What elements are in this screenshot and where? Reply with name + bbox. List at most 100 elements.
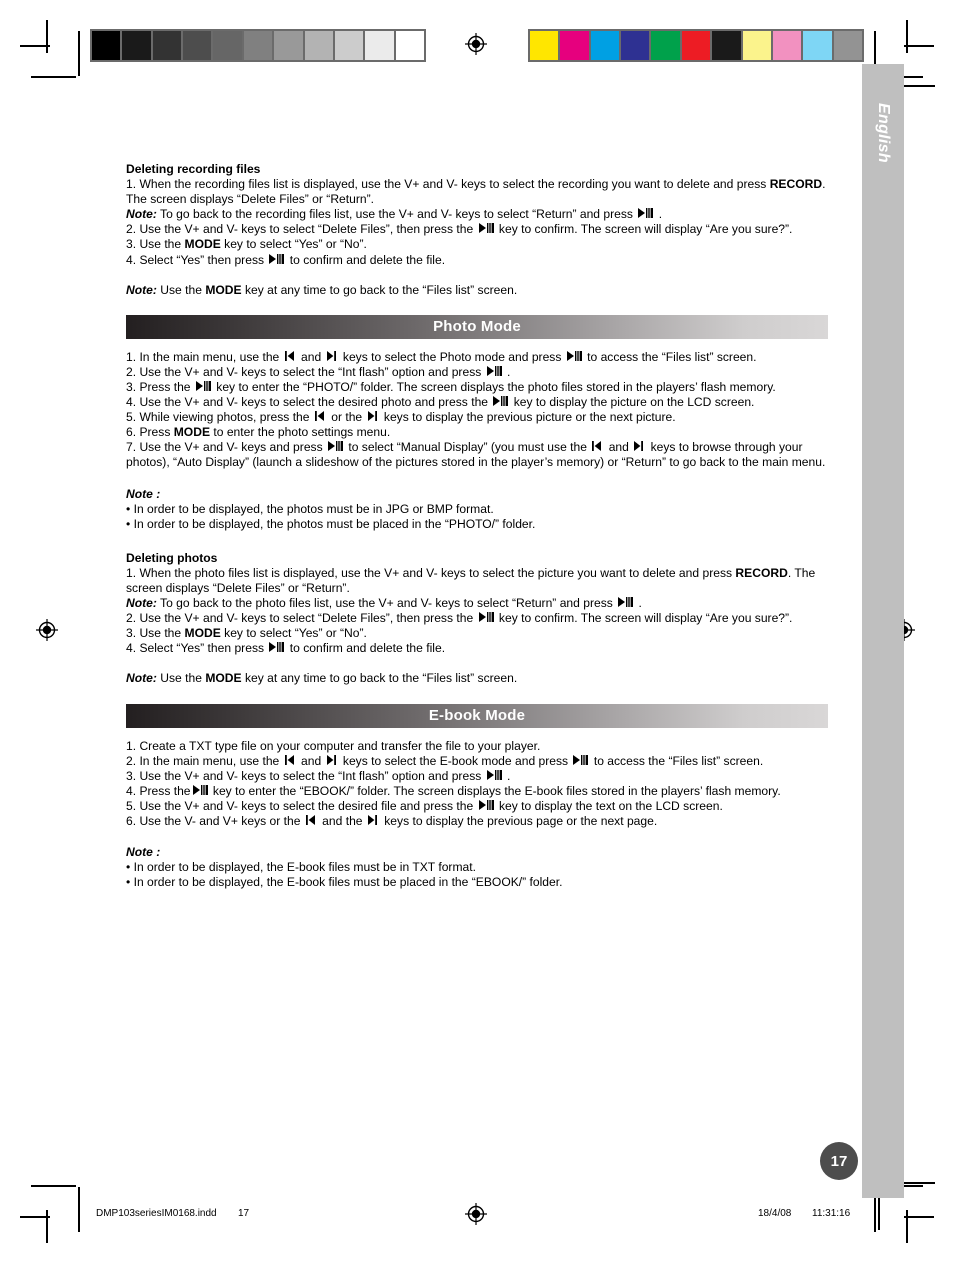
paragraph-pm-6: 6. Press MODE to enter the photo setting…: [126, 425, 828, 440]
pm-5-text-b: or the: [327, 410, 366, 425]
footer-page-number: 17: [238, 1208, 250, 1219]
pm-7-text-c: and: [605, 440, 633, 455]
play-pause-icon: [195, 380, 211, 392]
bleed-mark-left-bottom: [78, 1187, 80, 1232]
eb-4-text-b: key to enter the “EBOOK/” folder. The sc…: [209, 783, 781, 798]
dp-2-text-b: key to confirm. The screen will display …: [495, 611, 793, 626]
paragraph-drf-4: 4. Select “Yes” then press to confirm an…: [126, 253, 828, 268]
note-label: Note:: [126, 282, 157, 297]
crop-mark-tl-horizontal: [20, 45, 50, 47]
play-pause-icon: [478, 799, 494, 811]
drf-4-text-b: to confirm and delete the file.: [286, 252, 446, 267]
note-label-ebook: Note :: [126, 845, 161, 860]
color-swatch-1: [560, 31, 589, 60]
footer-time: 11:31:16: [812, 1208, 851, 1219]
previous-track-icon: [592, 440, 603, 452]
paragraph-drf-note: Note: To go back to the recording files …: [126, 207, 828, 222]
crop-mark-tl-vertical: [46, 20, 48, 53]
bleed-mark-sidebar-bottom: [878, 1196, 880, 1230]
pm-5-text-c: keys to display the previous picture or …: [380, 410, 676, 425]
crop-mark-br-vertical: [906, 1210, 908, 1243]
section-banner-photo-mode: Photo Mode: [126, 314, 828, 339]
next-track-icon: [634, 440, 645, 452]
play-pause-icon: [478, 222, 494, 234]
note-label: Note:: [126, 207, 157, 222]
pm-1-text-d: to access the “Files list” screen.: [583, 349, 757, 364]
footer-file-name: DMP103seriesIM0168.indd: [96, 1208, 217, 1219]
pm-2-text-b: .: [503, 364, 511, 379]
page-number-label: 17: [830, 1152, 848, 1170]
pm-2-text-a: 2. Use the V+ and V- keys to select the …: [126, 364, 485, 379]
gray-swatch-6: [274, 31, 303, 60]
closing-note-text-a: Use the: [156, 282, 206, 297]
dp-1-text-a: 1. When the photo files list is displaye…: [126, 565, 736, 580]
drf-note-text: To go back to the recording files list, …: [156, 207, 637, 222]
language-sidebar-tab: English: [862, 64, 904, 1198]
drf-2-text-b: key to confirm. The screen will display …: [495, 222, 793, 237]
eb-2-text-c: keys to select the E-book mode and press: [339, 753, 572, 768]
dp-3-mode-key: MODE: [184, 626, 221, 641]
ebook-note-bullet-2: • In order to be displayed, the E-book f…: [126, 875, 563, 890]
registration-target-icon-top: [465, 33, 487, 55]
paragraph-drf-2: 2. Use the V+ and V- keys to select “Del…: [126, 222, 828, 237]
dp-note-text: To go back to the photo files list, use …: [156, 596, 617, 611]
gray-swatch-7: [304, 31, 333, 60]
gray-swatch-3: [183, 31, 212, 60]
play-pause-icon: [269, 253, 285, 265]
paragraph-dp-note: Note: To go back to the photo files list…: [126, 596, 828, 611]
paragraph-closing-note-1: Note: Use the MODE key at any time to go…: [126, 283, 828, 298]
pm-3-text-a: 3. Press the: [126, 379, 194, 394]
crop-mark-br-horizontal: [904, 1216, 934, 1218]
paragraph-drf-1: 1. When the recording files list is disp…: [126, 177, 828, 207]
paragraph-closing-note-2: Note: Use the MODE key at any time to go…: [126, 671, 828, 686]
next-track-icon: [367, 814, 379, 826]
section-photo-mode: 1. In the main menu, use the and keys to…: [126, 350, 828, 471]
eb-6-text-b: and the: [318, 814, 366, 828]
color-swatch-5: [681, 31, 711, 60]
color-swatch-3: [621, 31, 650, 60]
color-swatch-7: [742, 31, 771, 60]
paragraph-eb-6: 6. Use the V- and V+ keys or the and the…: [126, 814, 828, 829]
registration-target-icon-bottom: [465, 1203, 487, 1225]
previous-track-icon: [314, 410, 326, 422]
color-swatch-10: [833, 31, 862, 60]
crop-mark-bl-horizontal: [20, 1216, 50, 1218]
drf-3-text-c: key to select “Yes” or “No”.: [220, 237, 367, 252]
language-label: English: [875, 103, 892, 163]
color-calibration-bar: [528, 29, 864, 62]
drf-1-record-key: RECORD: [769, 177, 823, 192]
previous-track-icon: [284, 754, 296, 766]
eb-5-text-b: key to display the text on the LCD scree…: [495, 798, 723, 813]
closing-note-2-text-c: key at any time to go back to the “Files…: [241, 671, 518, 686]
ebook-note-bullet-1: • In order to be displayed, the E-book f…: [126, 860, 476, 875]
bleed-mark-left-top: [78, 31, 80, 76]
registration-target-icon-left: [36, 619, 58, 641]
eb-2-text-b: and: [297, 753, 325, 768]
paragraph-pm-7: 7. Use the V+ and V- keys and press to s…: [126, 440, 828, 470]
closing-note-2-text-a: Use the: [156, 671, 206, 686]
paragraph-drf-3: 3. Use the MODE key to select “Yes” or “…: [126, 237, 828, 252]
gray-swatch-8: [334, 31, 364, 60]
crop-mark-tr-horizontal: [904, 45, 934, 47]
section-banner-ebook-mode: E-book Mode: [126, 703, 828, 728]
page-number-badge: 17: [820, 1142, 858, 1180]
section-title-photo-mode: Photo Mode: [433, 318, 521, 336]
drf-3-text-a: 3. Use the: [126, 237, 185, 252]
play-pause-icon: [493, 395, 509, 407]
ebook-mode-notes: Note : • In order to be displayed, the E…: [126, 845, 828, 890]
dp-3-text-c: key to select “Yes” or “No”.: [220, 626, 367, 641]
note-label: Note:: [126, 596, 157, 611]
pm-1-text-c: keys to select the Photo mode and press: [339, 349, 565, 364]
eb-4-text-a: 4. Press the: [126, 783, 191, 798]
play-pause-icon: [486, 769, 502, 781]
next-track-icon: [326, 754, 338, 766]
paragraph-dp-3: 3. Use the MODE key to select “Yes” or “…: [126, 626, 828, 641]
play-pause-icon: [192, 784, 208, 796]
play-pause-icon: [328, 440, 343, 452]
